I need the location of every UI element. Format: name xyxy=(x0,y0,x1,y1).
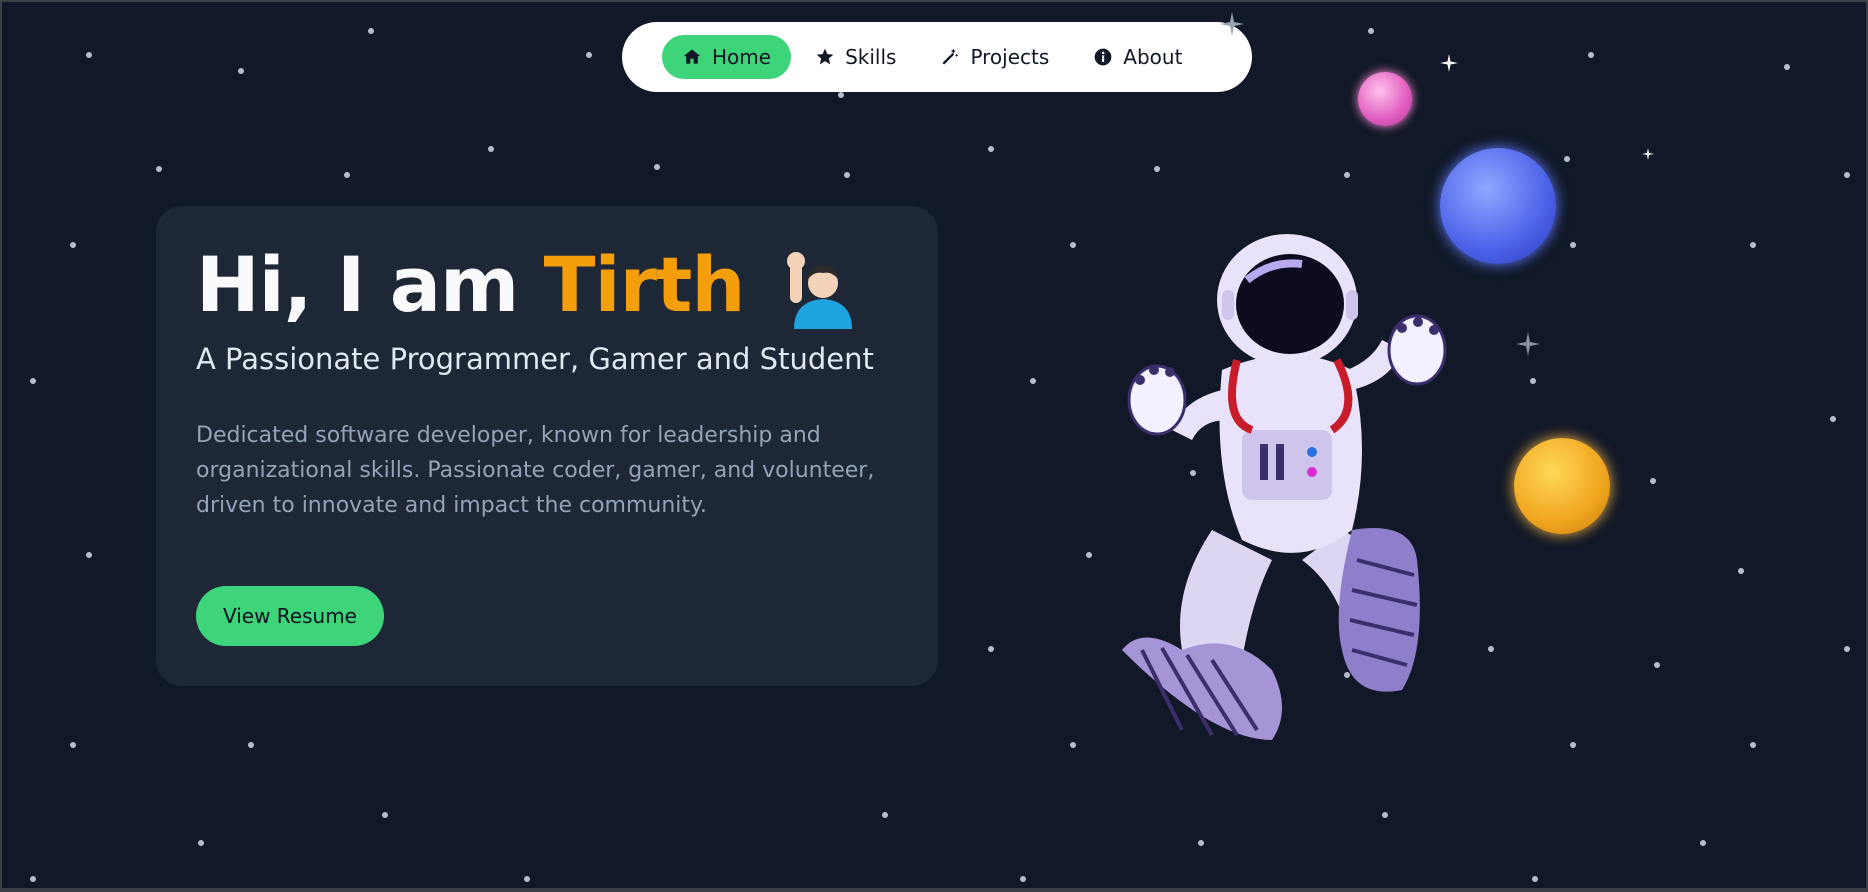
star-dot xyxy=(1530,378,1536,384)
star-dot xyxy=(1570,742,1576,748)
star-dot xyxy=(30,378,36,384)
yellow-planet xyxy=(1514,438,1610,534)
star-dot xyxy=(988,646,994,652)
star-dot xyxy=(238,68,244,74)
sparkle-icon xyxy=(1642,148,1654,160)
star-dot xyxy=(1020,876,1026,882)
star-dot xyxy=(1564,156,1570,162)
sparkle-icon xyxy=(1516,332,1540,356)
star-dot xyxy=(988,146,994,152)
home-icon xyxy=(683,49,701,64)
nav-item-label: Home xyxy=(712,45,772,69)
nav-item-projects[interactable]: Projects xyxy=(920,35,1069,79)
star-dot xyxy=(344,172,350,178)
pink-planet xyxy=(1358,72,1412,126)
star-dot xyxy=(86,552,92,558)
hero-headline: Hi, I am Tirth xyxy=(196,240,860,329)
star-dot xyxy=(1784,64,1790,70)
nav-item-about[interactable]: About xyxy=(1073,35,1202,79)
star-dot xyxy=(1650,478,1656,484)
star-dot xyxy=(654,164,660,170)
star-dot xyxy=(1654,662,1660,668)
star-dot xyxy=(1570,242,1576,248)
star-dot xyxy=(488,146,494,152)
star-dot xyxy=(382,812,388,818)
star-dot xyxy=(1700,840,1706,846)
star-dot xyxy=(1488,646,1494,652)
star-dot xyxy=(1750,742,1756,748)
star-dot xyxy=(86,52,92,58)
star-dot xyxy=(70,742,76,748)
star-dot xyxy=(1070,242,1076,248)
page-frame: Home Skills Projects About Hi, I am Tirt… xyxy=(0,0,1868,892)
view-resume-button[interactable]: View Resume xyxy=(196,586,384,646)
sparkle-icon xyxy=(1440,54,1458,72)
sparkle-icon xyxy=(1220,12,1244,36)
hero-description: Dedicated software developer, known for … xyxy=(196,423,875,518)
star-dot xyxy=(1198,840,1204,846)
nav-item-label: About xyxy=(1123,45,1183,69)
waving-person-icon xyxy=(786,252,852,329)
star-dot xyxy=(1532,876,1538,882)
greeting-text: Hi, I am xyxy=(196,240,519,329)
top-nav: Home Skills Projects About xyxy=(622,22,1252,92)
astronaut-illustration xyxy=(1122,234,1447,740)
star-dot xyxy=(1844,172,1850,178)
nav-item-home[interactable]: Home xyxy=(662,35,792,79)
star-dot xyxy=(70,242,76,248)
star-dot xyxy=(1844,646,1850,652)
star-dot xyxy=(156,166,162,172)
star-icon xyxy=(816,48,834,65)
star-dot xyxy=(1830,416,1836,422)
hero-card: Hi, I am Tirth A Passionate Programmer, … xyxy=(156,206,938,686)
star-dot xyxy=(524,876,530,882)
star-dot xyxy=(1382,812,1388,818)
magic-wand-icon xyxy=(942,48,959,65)
star-dot xyxy=(1154,166,1160,172)
star-dot xyxy=(586,52,592,58)
star-dot xyxy=(1030,378,1036,384)
star-dot xyxy=(838,92,844,98)
nav-item-skills[interactable]: Skills xyxy=(795,35,916,79)
star-dot xyxy=(1368,28,1374,34)
star-dot xyxy=(1588,52,1594,58)
nav-item-label: Skills xyxy=(845,45,897,69)
hero-name: Tirth xyxy=(543,240,746,329)
star-dot xyxy=(248,742,254,748)
star-dot xyxy=(368,28,374,34)
star-dot xyxy=(844,172,850,178)
star-dot xyxy=(1738,568,1744,574)
star-dot xyxy=(882,812,888,818)
star-dot xyxy=(1070,742,1076,748)
star-dot xyxy=(1086,552,1092,558)
nav-item-label: Projects xyxy=(970,45,1050,69)
star-dot xyxy=(198,840,204,846)
star-dot xyxy=(30,876,36,882)
info-icon xyxy=(1094,48,1112,66)
hero-subtitle: A Passionate Programmer, Gamer and Stude… xyxy=(196,342,874,376)
star-dot xyxy=(1344,172,1350,178)
star-dot xyxy=(1750,242,1756,248)
